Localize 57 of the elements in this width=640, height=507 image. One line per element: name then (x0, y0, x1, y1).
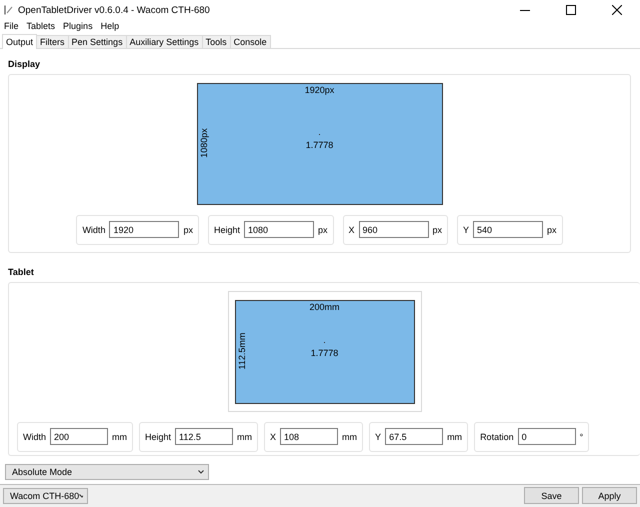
input-field[interactable]: 67.5 (385, 428, 444, 446)
aspect-ratio-label: 1.7778 (310, 348, 338, 358)
field-label: Y (463, 224, 470, 235)
tab[interactable]: Filters (36, 34, 69, 48)
action-button[interactable]: Apply (582, 487, 637, 504)
area-height-label: 112.5mm (236, 331, 246, 371)
field-label: X (270, 432, 276, 442)
menu-item[interactable]: Help (96, 21, 124, 32)
input-field[interactable]: 108 (280, 428, 338, 446)
field-label: Rotation (480, 432, 514, 442)
tab[interactable]: Pen Settings (68, 34, 127, 48)
maximize-icon[interactable] (566, 5, 576, 15)
area-width-label: 1920px (304, 84, 334, 95)
menu-item[interactable]: Tablets (22, 21, 60, 32)
field-label: Height (214, 224, 240, 235)
unit-label: px (547, 224, 557, 235)
app-icon (4, 5, 13, 15)
input-field[interactable]: 960 (358, 221, 429, 238)
area-height-label: 1080px (198, 126, 208, 160)
unit-label: px (183, 224, 193, 235)
caret-icon (198, 470, 204, 474)
unit-label: ° (580, 432, 584, 442)
input-field[interactable]: 1080 (244, 221, 314, 238)
unit-label: mm (447, 432, 462, 442)
unit-label: px (432, 224, 442, 235)
field-label: X (348, 224, 355, 235)
tab[interactable]: Console (230, 34, 271, 48)
close-icon[interactable] (612, 5, 622, 15)
area-rectangle[interactable]: 200mm 112.5mm 1.7778 (234, 300, 414, 404)
input-field[interactable]: 1920 (109, 221, 180, 238)
tablet-dropdown[interactable]: Wacom CTH-680 (3, 488, 88, 504)
field-label: Width (82, 224, 106, 235)
caret-icon (79, 494, 83, 498)
unit-label: px (318, 224, 328, 235)
menu-item[interactable]: File (0, 21, 23, 32)
tab[interactable]: Auxiliary Settings (126, 34, 203, 48)
field-label: Height (145, 432, 172, 442)
input-field[interactable]: 200 (50, 428, 108, 446)
input-field[interactable]: 0 (518, 428, 576, 446)
section-heading: Display (7, 58, 42, 71)
tab[interactable]: Tools (202, 34, 231, 48)
area-width-label: 200mm (309, 302, 340, 312)
unit-label: mm (112, 432, 128, 442)
area-rectangle[interactable]: 1920px 1080px 1.7778 (196, 82, 442, 205)
aspect-ratio-label: 1.7778 (306, 140, 334, 150)
input-field[interactable]: 112.5 (175, 428, 234, 446)
window-title: OpenTabletDriver v0.6.0.4 - Wacom CTH-680 (18, 4, 211, 16)
unit-label: mm (237, 432, 252, 442)
input-field[interactable]: 540 (473, 221, 544, 238)
mode-dropdown[interactable]: Absolute Mode (5, 464, 209, 480)
menu-item[interactable]: Plugins (59, 21, 97, 32)
tab[interactable]: Output (2, 34, 38, 49)
field-label: Y (375, 432, 382, 442)
action-button[interactable]: Save (524, 487, 579, 504)
field-label: Width (23, 432, 46, 442)
section-heading: Tablet (7, 266, 35, 279)
unit-label: mm (342, 432, 358, 442)
